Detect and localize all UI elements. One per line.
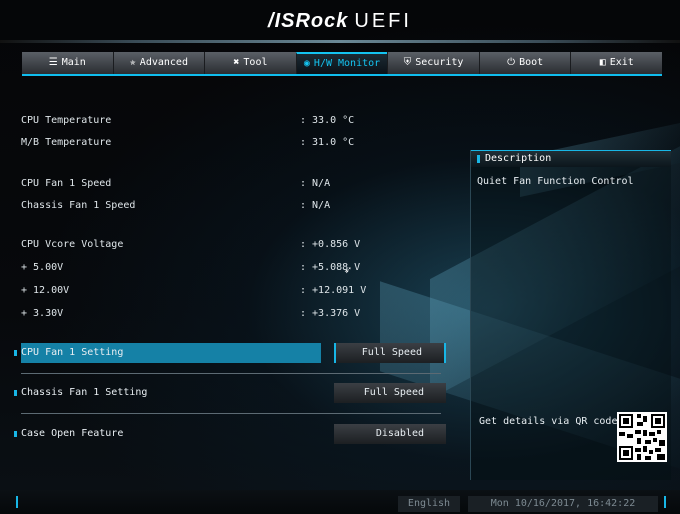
cpu-fan-setting-label: CPU Fan 1 Setting <box>21 347 124 358</box>
chassis-fan-speed-label: Chassis Fan 1 Speed <box>21 200 136 211</box>
12v-rail-value: : +12.091 V <box>300 285 367 296</box>
row-bullet <box>14 390 17 396</box>
globe-icon: ◉ <box>303 58 310 69</box>
case-open-feature-row[interactable]: Case Open Feature Disabled <box>14 424 454 444</box>
bios-screen: /ISRock UEFI ☰ Main ✯ Advanced ✖ Tool ◉ H/W M… <box>0 0 680 514</box>
mb-temperature-value: : 31.0 °C <box>300 137 355 148</box>
star-icon: ✯ <box>129 57 136 68</box>
5v-rail-label: + 5.00V <box>21 262 64 273</box>
case-open-feature-label: Case Open Feature <box>21 428 124 439</box>
chassis-fan-setting-value[interactable]: Full Speed <box>334 383 446 403</box>
cpu-temperature-label: CPU Temperature <box>21 115 112 126</box>
divider <box>21 413 441 414</box>
tab-exit[interactable]: ◧ Exit <box>570 52 662 74</box>
12v-rail-label: + 12.00V <box>21 285 70 296</box>
qr-code-icon <box>617 412 667 462</box>
row-bullet <box>14 350 17 356</box>
chassis-fan-setting-label: Chassis Fan 1 Setting <box>21 387 148 398</box>
list-icon: ☰ <box>48 57 58 68</box>
mouse-cursor-icon: ➶ <box>344 263 352 277</box>
tab-main[interactable]: ☰ Main <box>22 52 113 74</box>
chassis-fan-setting-row[interactable]: Chassis Fan 1 Setting Full Speed <box>14 383 454 403</box>
product-text: UEFI <box>354 10 412 32</box>
status-accent <box>664 496 666 508</box>
cpu-fan-speed-label: CPU Fan 1 Speed <box>21 178 112 189</box>
header-bullet <box>477 155 480 163</box>
3v3-rail-value: : +3.376 V <box>300 308 361 319</box>
shield-icon: ⛨ <box>403 57 412 68</box>
qr-label: Get details via QR code <box>479 416 618 427</box>
vcore-voltage-value: : +0.856 V <box>300 239 361 250</box>
tab-hw-monitor[interactable]: ◉ H/W Monitor <box>295 52 388 74</box>
exit-icon: ◧ <box>599 57 606 68</box>
brand-text: /ISRock <box>268 10 349 32</box>
tab-label: Tool <box>243 57 268 68</box>
case-open-feature-value[interactable]: Disabled <box>334 424 446 444</box>
tab-label: H/W Monitor <box>313 58 381 69</box>
cpu-temperature-value: : 33.0 °C <box>300 115 355 126</box>
description-panel: Description Quiet Fan Function Control G… <box>470 150 671 480</box>
tab-advanced[interactable]: ✯ Advanced <box>112 52 205 74</box>
tab-label: Boot <box>519 57 544 68</box>
tab-tool[interactable]: ✖ Tool <box>204 52 296 74</box>
description-title: Description <box>485 153 552 164</box>
header-divider <box>0 40 680 43</box>
status-accent <box>16 496 18 508</box>
tab-bar: ☰ Main ✯ Advanced ✖ Tool ◉ H/W Monitor ⛨ Secu… <box>22 52 662 76</box>
language-selector[interactable]: English <box>398 496 460 512</box>
vcore-voltage-label: CPU Vcore Voltage <box>21 239 124 250</box>
tab-label: Exit <box>609 57 634 68</box>
tab-label: Security <box>415 57 464 68</box>
row-bullet <box>14 431 17 437</box>
description-header: Description <box>471 150 671 167</box>
tab-boot[interactable]: ⏻ Boot <box>478 52 571 74</box>
asrock-uefi-logo: /ISRock UEFI <box>0 0 680 38</box>
tab-label: Main <box>61 57 86 68</box>
tab-security[interactable]: ⛨ Security <box>387 52 479 74</box>
divider <box>21 373 441 374</box>
tab-label: Advanced <box>139 57 188 68</box>
datetime-display: Mon 10/16/2017, 16:42:22 <box>468 496 658 512</box>
power-icon: ⏻ <box>507 57 516 68</box>
description-text: Quiet Fan Function Control <box>477 176 634 187</box>
tools-icon: ✖ <box>233 57 240 68</box>
cpu-fan-setting-value[interactable]: Full Speed <box>334 343 446 363</box>
cpu-fan-setting-row[interactable]: CPU Fan 1 Setting Full Speed <box>14 343 454 363</box>
mb-temperature-label: M/B Temperature <box>21 137 112 148</box>
3v3-rail-label: + 3.30V <box>21 308 64 319</box>
chassis-fan-speed-value: : N/A <box>300 200 331 211</box>
cpu-fan-speed-value: : N/A <box>300 178 331 189</box>
